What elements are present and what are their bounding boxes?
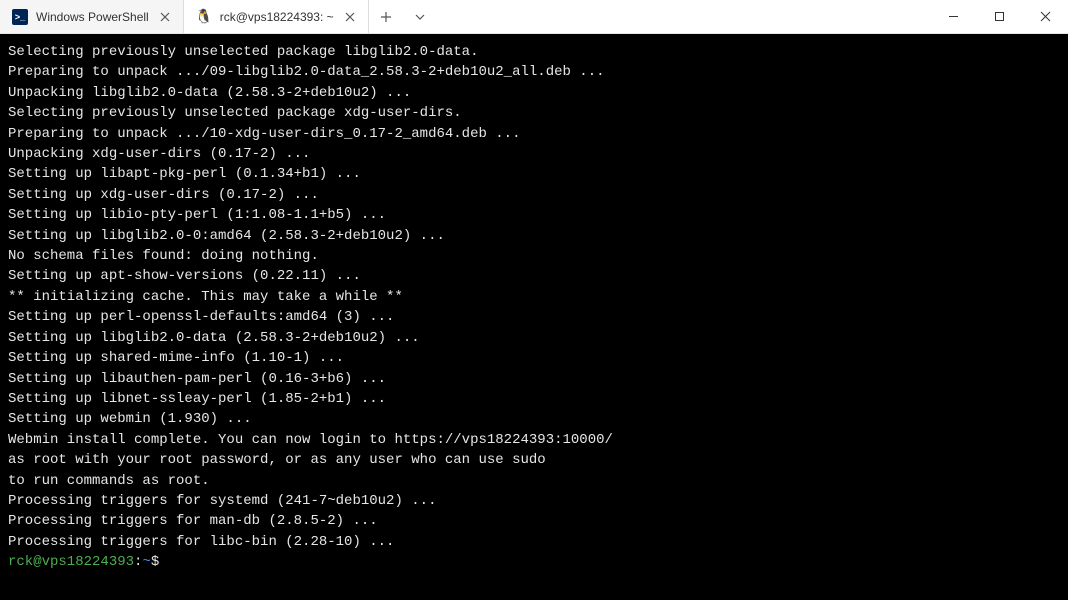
terminal-output-line: Setting up libnet-ssleay-perl (1.85-2+b1… bbox=[8, 389, 1060, 409]
terminal-output-line: to run commands as root. bbox=[8, 471, 1060, 491]
prompt-path: ~ bbox=[142, 554, 150, 570]
terminal-output-line: Setting up libio-pty-perl (1:1.08-1.1+b5… bbox=[8, 205, 1060, 225]
terminal-output-line: Processing triggers for systemd (241-7~d… bbox=[8, 491, 1060, 511]
terminal-output-line: Selecting previously unselected package … bbox=[8, 103, 1060, 123]
titlebar: >_ Windows PowerShell 🐧 rck@vps18224393:… bbox=[0, 0, 1068, 34]
terminal-output-line: Setting up libglib2.0-data (2.58.3-2+deb… bbox=[8, 328, 1060, 348]
close-icon[interactable] bbox=[342, 9, 358, 25]
tux-icon: 🐧 bbox=[196, 9, 212, 25]
minimize-button[interactable] bbox=[930, 0, 976, 33]
prompt-dollar: $ bbox=[151, 554, 168, 570]
terminal-viewport[interactable]: Selecting previously unselected package … bbox=[0, 34, 1068, 600]
terminal-output-line: Setting up libapt-pkg-perl (0.1.34+b1) .… bbox=[8, 164, 1060, 184]
tab-strip: >_ Windows PowerShell 🐧 rck@vps18224393:… bbox=[0, 0, 930, 33]
terminal-output-line: Setting up shared-mime-info (1.10-1) ... bbox=[8, 348, 1060, 368]
terminal-window: >_ Windows PowerShell 🐧 rck@vps18224393:… bbox=[0, 0, 1068, 600]
terminal-output-line: Preparing to unpack .../10-xdg-user-dirs… bbox=[8, 124, 1060, 144]
terminal-output-line: Setting up libglib2.0-0:amd64 (2.58.3-2+… bbox=[8, 226, 1060, 246]
close-window-button[interactable] bbox=[1022, 0, 1068, 33]
terminal-prompt[interactable]: rck@vps18224393:~$ bbox=[8, 552, 1060, 572]
terminal-output-line: Processing triggers for libc-bin (2.28-1… bbox=[8, 532, 1060, 552]
tab-label: Windows PowerShell bbox=[36, 10, 149, 24]
terminal-output-line: Setting up libauthen-pam-perl (0.16-3+b6… bbox=[8, 369, 1060, 389]
tab-ssh-session[interactable]: 🐧 rck@vps18224393: ~ bbox=[184, 0, 369, 33]
powershell-icon: >_ bbox=[12, 9, 28, 25]
terminal-output-line: Unpacking xdg-user-dirs (0.17-2) ... bbox=[8, 144, 1060, 164]
close-icon[interactable] bbox=[157, 9, 173, 25]
terminal-output-line: Selecting previously unselected package … bbox=[8, 42, 1060, 62]
terminal-output-line: No schema files found: doing nothing. bbox=[8, 246, 1060, 266]
terminal-output-line: Setting up webmin (1.930) ... bbox=[8, 409, 1060, 429]
terminal-output-line: Setting up xdg-user-dirs (0.17-2) ... bbox=[8, 185, 1060, 205]
terminal-output-line: Preparing to unpack .../09-libglib2.0-da… bbox=[8, 62, 1060, 82]
maximize-button[interactable] bbox=[976, 0, 1022, 33]
terminal-output-line: Setting up perl-openssl-defaults:amd64 (… bbox=[8, 307, 1060, 327]
terminal-output-line: Unpacking libglib2.0-data (2.58.3-2+deb1… bbox=[8, 83, 1060, 103]
terminal-output-line: as root with your root password, or as a… bbox=[8, 450, 1060, 470]
new-tab-button[interactable] bbox=[369, 0, 403, 33]
terminal-output-line: Processing triggers for man-db (2.8.5-2)… bbox=[8, 511, 1060, 531]
terminal-output-line: Setting up apt-show-versions (0.22.11) .… bbox=[8, 266, 1060, 286]
tab-powershell[interactable]: >_ Windows PowerShell bbox=[0, 0, 184, 33]
terminal-output-line: ** initializing cache. This may take a w… bbox=[8, 287, 1060, 307]
tab-label: rck@vps18224393: ~ bbox=[220, 10, 334, 24]
prompt-userhost: rck@vps18224393 bbox=[8, 554, 134, 570]
terminal-output-line: Webmin install complete. You can now log… bbox=[8, 430, 1060, 450]
window-controls bbox=[930, 0, 1068, 33]
tab-dropdown-button[interactable] bbox=[403, 0, 437, 33]
